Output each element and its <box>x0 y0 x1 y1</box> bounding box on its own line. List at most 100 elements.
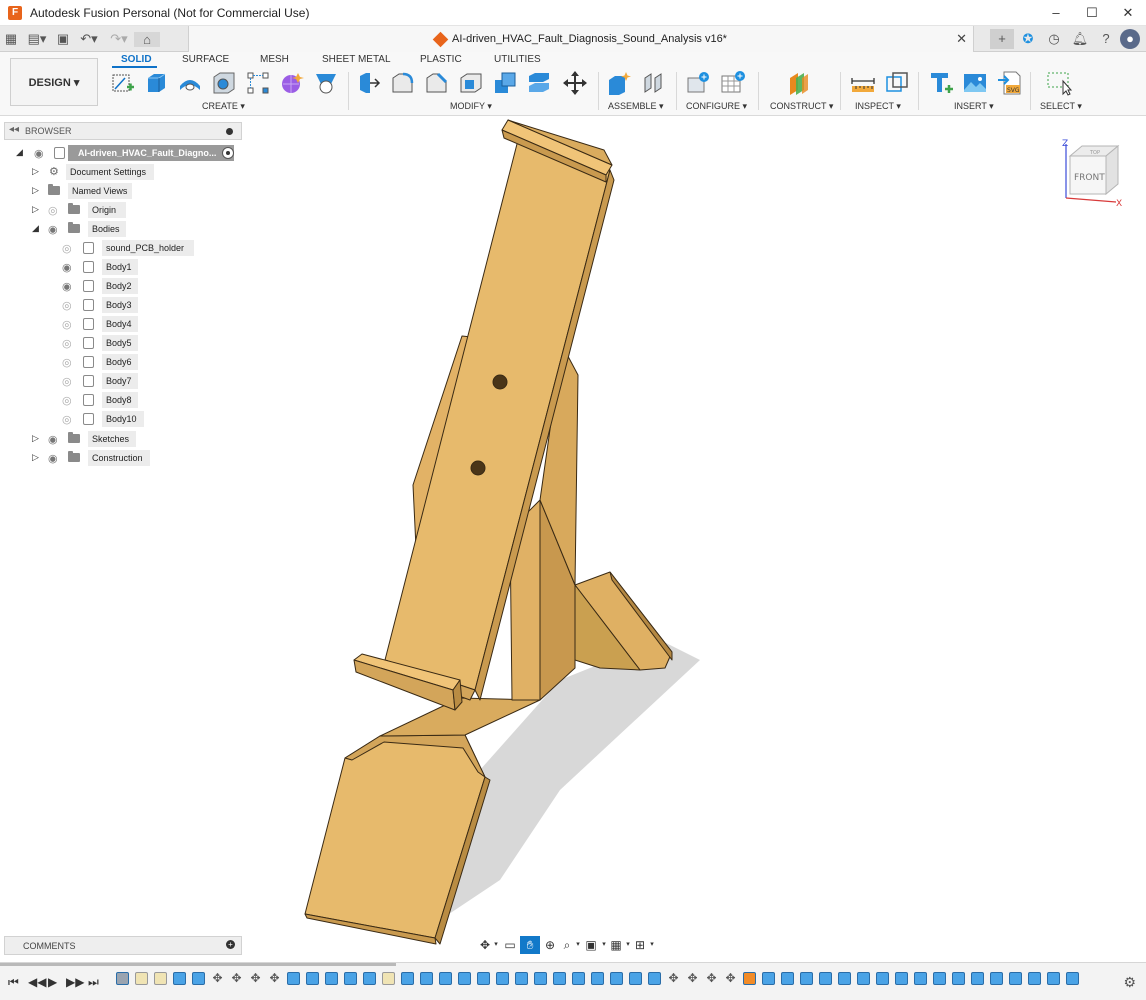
tab-mesh[interactable]: MESH <box>260 54 289 65</box>
activate-component-radio[interactable] <box>222 147 234 159</box>
timeline-extrude-icon[interactable] <box>990 972 1003 985</box>
comments-panel-header[interactable]: COMMENTS + <box>4 936 242 955</box>
maximize-button[interactable]: ☐ <box>1074 0 1110 26</box>
timeline-extrude-icon[interactable] <box>439 972 452 985</box>
timeline-extrude-icon[interactable] <box>344 972 357 985</box>
viewports-icon[interactable]: ⊞ <box>632 936 648 954</box>
timeline-extrude-icon[interactable] <box>781 972 794 985</box>
timeline-move-icon[interactable]: ✥ <box>268 972 281 985</box>
app-grid-icon[interactable]: ▦ <box>0 31 22 47</box>
browser-body-row[interactable]: ◉ Body1 <box>62 259 202 275</box>
timeline-extrude-icon[interactable] <box>800 972 813 985</box>
timeline-extrude-icon[interactable] <box>838 972 851 985</box>
timeline-extrude-icon[interactable] <box>819 972 832 985</box>
split-body-icon[interactable] <box>526 70 552 96</box>
step-forward-icon[interactable]: ▶▶ <box>66 975 84 989</box>
browser-item-named-views[interactable]: ▷ Named Views <box>30 183 230 199</box>
new-component-icon[interactable] <box>606 70 632 96</box>
select-menu[interactable]: SELECT ▾ <box>1040 101 1082 112</box>
browser-panel-header[interactable]: ◂◂ BROWSER <box>4 122 242 140</box>
timeline-extrude-icon[interactable] <box>762 972 775 985</box>
fit-icon[interactable]: ⌕ <box>560 936 574 954</box>
undo-icon[interactable]: ↶▾ <box>74 31 104 47</box>
step-back-icon[interactable]: ◀◀ <box>28 975 46 989</box>
timeline-sketch-icon[interactable] <box>135 972 148 985</box>
measure-icon[interactable] <box>850 70 876 96</box>
timeline-extrude-icon[interactable] <box>173 972 186 985</box>
add-comment-icon[interactable]: + <box>226 940 235 949</box>
timeline-extrude-icon[interactable] <box>572 972 585 985</box>
tab-surface[interactable]: SURFACE <box>182 54 229 65</box>
interference-icon[interactable] <box>884 70 910 96</box>
timeline-extrude-icon[interactable] <box>553 972 566 985</box>
expanded-triangle-icon[interactable]: ◢ <box>32 223 42 235</box>
orbit-icon[interactable]: ✥ <box>478 936 492 954</box>
collapsed-triangle-icon[interactable]: ▷ <box>32 204 42 216</box>
timeline-sketch-icon[interactable] <box>154 972 167 985</box>
hidden-eye-icon[interactable]: ◎ <box>62 413 76 426</box>
tab-solid[interactable]: SOLID <box>121 54 152 65</box>
chamfer-icon[interactable] <box>424 70 450 96</box>
timeline-extrude-icon[interactable] <box>648 972 661 985</box>
timeline-extrude-icon[interactable] <box>857 972 870 985</box>
browser-root-component[interactable]: ◢ ◉ AI-driven_HVAC_Fault_Diagno... <box>16 145 246 161</box>
timeline-extrude-icon[interactable] <box>591 972 604 985</box>
assemble-menu[interactable]: ASSEMBLE ▾ <box>608 101 664 112</box>
hidden-eye-icon[interactable]: ◎ <box>62 337 76 350</box>
timeline-extrude-icon[interactable] <box>933 972 946 985</box>
timeline-move-icon[interactable]: ✥ <box>667 972 680 985</box>
new-tab-icon[interactable]: + <box>990 29 1014 49</box>
file-menu-icon[interactable]: ▤▾ <box>22 31 52 47</box>
collapsed-triangle-icon[interactable]: ▷ <box>32 433 42 445</box>
collapsed-triangle-icon[interactable]: ▷ <box>32 185 42 197</box>
pan-icon[interactable]: ✋︎ <box>520 936 540 954</box>
derive-icon[interactable] <box>313 70 339 96</box>
timeline-extrude-icon[interactable] <box>629 972 642 985</box>
timeline-extrude-icon[interactable] <box>610 972 623 985</box>
timeline-extrude-icon[interactable] <box>287 972 300 985</box>
combine-icon[interactable] <box>492 70 518 96</box>
go-to-end-icon[interactable]: ⏭︎ <box>88 975 99 990</box>
collapsed-triangle-icon[interactable]: ▷ <box>32 452 42 464</box>
timeline-extrude-icon[interactable] <box>477 972 490 985</box>
configure-menu[interactable]: CONFIGURE ▾ <box>686 101 747 112</box>
timeline-extrude-icon[interactable] <box>420 972 433 985</box>
timeline-extrude-icon[interactable] <box>1009 972 1022 985</box>
hole-icon[interactable] <box>211 70 237 96</box>
job-status-icon[interactable]: ◷ <box>1042 29 1066 49</box>
browser-item-document-settings[interactable]: ▷ ⚙ Document Settings <box>30 164 230 180</box>
timeline-move-icon[interactable]: ✥ <box>211 972 224 985</box>
close-tab-icon[interactable]: ✕ <box>956 31 967 47</box>
orbit-dropdown-icon[interactable]: ▾ <box>492 936 500 954</box>
timeline-extrude-icon[interactable] <box>971 972 984 985</box>
browser-item-sketches[interactable]: ▷ ◉ Sketches <box>30 431 230 447</box>
tab-plastic[interactable]: PLASTIC <box>420 54 462 65</box>
hidden-eye-icon[interactable]: ◎ <box>62 318 76 331</box>
browser-item-bodies[interactable]: ◢ ◉ Bodies <box>30 221 230 237</box>
timeline-extrude-icon[interactable] <box>192 972 205 985</box>
offset-plane-icon[interactable] <box>786 70 812 96</box>
insert-derive-icon[interactable] <box>928 70 954 96</box>
browser-body-row[interactable]: ◎ sound_PCB_holder <box>62 240 202 256</box>
tab-sheet-metal[interactable]: SHEET METAL <box>322 54 391 65</box>
display-dropdown-icon[interactable]: ▾ <box>600 936 608 954</box>
hidden-eye-icon[interactable]: ◎ <box>62 242 76 255</box>
timeline-start-icon[interactable] <box>116 972 129 985</box>
timeline-move-icon[interactable]: ✥ <box>724 972 737 985</box>
timeline-settings-gear-icon[interactable]: ⚙ <box>1123 974 1136 991</box>
select-icon[interactable] <box>1046 70 1072 96</box>
visibility-eye-icon[interactable]: ◉ <box>48 433 62 446</box>
save-icon[interactable]: ▣ <box>52 31 74 47</box>
timeline-move-icon[interactable]: ✥ <box>686 972 699 985</box>
browser-body-row[interactable]: ◎ Body8 <box>62 392 202 408</box>
grid-settings-icon[interactable]: ▦ <box>608 936 624 954</box>
timeline-extrude-icon[interactable] <box>515 972 528 985</box>
visibility-eye-icon[interactable]: ◉ <box>48 452 62 465</box>
3d-viewport[interactable] <box>244 117 1146 962</box>
timeline-move-icon[interactable]: ✥ <box>705 972 718 985</box>
minimize-button[interactable]: – <box>1038 0 1074 26</box>
browser-body-row[interactable]: ◉ Body2 <box>62 278 202 294</box>
browser-body-row[interactable]: ◎ Body4 <box>62 316 202 332</box>
browser-body-row[interactable]: ◎ Body3 <box>62 297 202 313</box>
hidden-eye-icon[interactable]: ◎ <box>62 375 76 388</box>
